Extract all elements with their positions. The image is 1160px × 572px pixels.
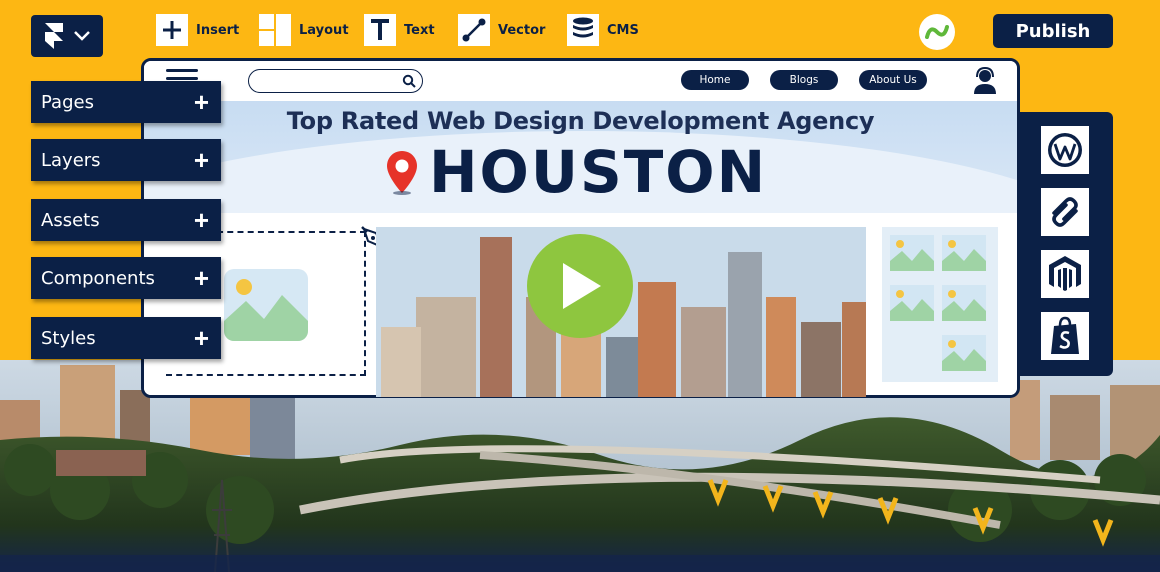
layout-grid-icon [259,14,291,46]
panel-components-label: Components [41,267,155,289]
site-navbar: Home Blogs About Us [144,61,1017,101]
search-icon[interactable] [402,74,416,88]
vector-label: Vector [498,22,546,38]
city-name: HOUSTON [429,138,768,206]
cms-label: CMS [607,22,639,38]
panel-pages[interactable]: Pages + [31,81,221,123]
text-label: Text [404,22,435,38]
panel-styles[interactable]: Styles + [31,317,221,359]
cms-tool[interactable]: CMS [567,14,639,46]
nav-blogs[interactable]: Blogs [770,70,838,90]
site-search[interactable] [248,69,423,93]
chevron-down-icon [74,31,90,41]
panel-layers[interactable]: Layers + [31,139,221,181]
nav-about-us[interactable]: About Us [859,70,927,90]
ai-assistant-icon[interactable] [919,14,955,50]
play-icon [563,263,601,309]
plus-icon[interactable]: + [194,207,209,233]
framer-logo-menu[interactable] [31,15,103,57]
play-button[interactable] [527,234,633,338]
magento-icon[interactable] [1041,250,1089,298]
insert-tool[interactable]: Insert [156,14,239,46]
cms-platforms-column [1019,112,1113,376]
plus-icon[interactable]: + [194,265,209,291]
wordpress-icon[interactable] [1041,126,1089,174]
location-pin-icon [387,151,417,195]
hero-city-title: HOUSTON [385,138,768,206]
panel-assets[interactable]: Assets + [31,199,221,241]
database-icon [567,14,599,46]
squarespace-icon[interactable] [1041,188,1089,236]
hero-headline: Top Rated Web Design Development Agency [286,107,875,135]
vector-tool[interactable]: Vector [458,14,545,46]
panel-layers-label: Layers [41,149,101,171]
plus-icon [156,14,188,46]
plus-icon[interactable]: + [194,147,209,173]
framer-logo-icon [45,23,63,49]
image-icon [224,279,308,341]
vector-pen-icon [458,14,490,46]
publish-button[interactable]: Publish [993,14,1113,48]
image-placeholder[interactable] [224,269,308,341]
plus-icon[interactable]: + [194,89,209,115]
layout-label: Layout [299,22,349,38]
plus-icon[interactable]: + [194,325,209,351]
text-t-icon [364,14,396,46]
panel-components[interactable]: Components + [31,257,221,299]
thumbnail-image[interactable] [942,335,986,371]
thumbnail-image[interactable] [890,285,934,321]
thumbnail-image[interactable] [942,235,986,271]
text-tool[interactable]: Text [364,14,435,46]
panel-pages-label: Pages [41,91,94,113]
headset-support-icon[interactable] [972,66,998,94]
panel-styles-label: Styles [41,327,96,349]
thumbnail-grid [882,227,998,382]
panel-assets-label: Assets [41,209,100,231]
thumbnail-image[interactable] [942,285,986,321]
thumbnail-image[interactable] [890,235,934,271]
search-input[interactable] [259,70,399,90]
hero-banner: Top Rated Web Design Development Agency … [144,101,1017,213]
shopify-icon[interactable] [1041,312,1089,360]
insert-label: Insert [196,22,240,38]
layout-tool[interactable]: Layout [259,14,349,46]
nav-home[interactable]: Home [681,70,749,90]
